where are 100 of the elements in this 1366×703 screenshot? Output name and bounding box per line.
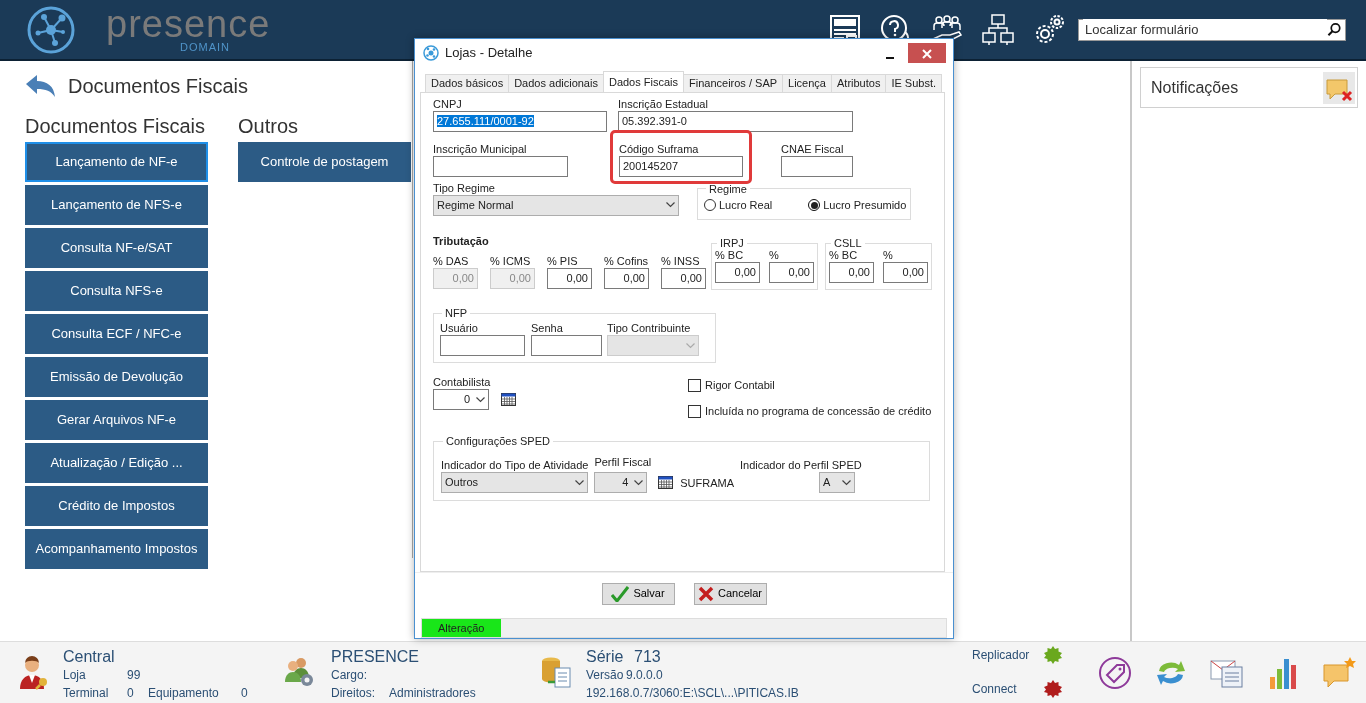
text-field[interactable]: 0,00 bbox=[661, 268, 706, 290]
field-label: Indicador do Tipo de Atividade bbox=[441, 458, 589, 473]
chevron-down-icon bbox=[666, 202, 675, 209]
field-label: CNPJ bbox=[433, 96, 463, 111]
text-field[interactable] bbox=[440, 335, 525, 357]
network-icon[interactable] bbox=[981, 12, 1015, 47]
dropdown[interactable]: 4 bbox=[594, 472, 648, 494]
field-label: % BC bbox=[715, 248, 745, 263]
field-label: % Cofins bbox=[604, 254, 649, 269]
radio-button[interactable]: Lucro Real bbox=[704, 196, 773, 214]
menu-button[interactable]: Lançamento de NFS-e bbox=[25, 185, 208, 225]
text-field[interactable]: 0,00 bbox=[547, 268, 592, 290]
calendar-icon[interactable] bbox=[658, 476, 674, 490]
field-label: CNAE Fiscal bbox=[781, 141, 845, 156]
group-label: CSLL bbox=[833, 237, 863, 250]
users-gear-icon bbox=[283, 656, 315, 688]
field-label: Usuário bbox=[440, 321, 479, 336]
text-field[interactable]: 0,00 bbox=[883, 262, 928, 284]
text-field[interactable]: 0,00 bbox=[604, 268, 649, 290]
tab[interactable]: Financeiros / SAP bbox=[683, 73, 784, 92]
field-label: Inscrição Municipal bbox=[433, 141, 528, 156]
field-label: Tipo Regime bbox=[433, 180, 496, 195]
dropdown[interactable]: A bbox=[819, 472, 855, 494]
tab[interactable]: Licença bbox=[782, 73, 832, 92]
field-label: % bbox=[769, 248, 780, 263]
user-name: PRESENCE bbox=[331, 648, 421, 666]
status-label: Terminal bbox=[63, 685, 110, 702]
status-value: 9.0.0.0 bbox=[626, 668, 663, 682]
field-label: % DAS bbox=[433, 254, 470, 269]
radio-button[interactable]: Lucro Presumido bbox=[808, 196, 907, 214]
tab[interactable]: IE Subst. bbox=[885, 73, 943, 92]
menu-button[interactable]: Acompanhamento Impostos bbox=[25, 529, 208, 569]
database-document-icon bbox=[540, 656, 572, 688]
back-arrow-icon[interactable] bbox=[24, 73, 56, 99]
panel-title: Notificações bbox=[1151, 77, 1239, 98]
chevron-down-icon bbox=[634, 479, 644, 486]
dropdown[interactable]: 0 bbox=[433, 389, 489, 411]
checkbox[interactable]: Rigor Contabil bbox=[688, 377, 932, 394]
status-label: Versão bbox=[586, 667, 625, 684]
menu-button[interactable]: Consulta NFS-e bbox=[25, 271, 208, 311]
tab[interactable]: Dados adicionais bbox=[508, 73, 604, 92]
service-name: Connect bbox=[972, 681, 1017, 698]
chevron-down-icon bbox=[575, 479, 584, 486]
text-field[interactable] bbox=[531, 335, 602, 357]
dialog-button[interactable]: Salvar bbox=[601, 582, 675, 605]
check-icon bbox=[611, 585, 630, 602]
cross-icon bbox=[698, 585, 714, 602]
chevron-down-icon bbox=[686, 342, 695, 349]
tab[interactable]: Dados básicos bbox=[425, 73, 510, 92]
group-heading: Documentos Fiscais bbox=[25, 114, 207, 138]
server-path: 192.168.0.7/3060:E:\SCL\...\PITICAS.IB bbox=[586, 685, 799, 702]
field-label: Inscrição Estadual bbox=[618, 96, 709, 111]
calendar-icon[interactable] bbox=[501, 393, 516, 407]
status-badge: Alteração bbox=[422, 619, 501, 637]
text-field[interactable]: 200145207 bbox=[619, 155, 743, 177]
status-value: 713 bbox=[634, 648, 661, 665]
search-icon[interactable] bbox=[1326, 22, 1341, 37]
menu-button[interactable]: Atualização / Edição ... bbox=[25, 443, 208, 483]
dropdown[interactable]: Outros bbox=[441, 472, 588, 494]
field-label: % BC bbox=[829, 248, 859, 263]
page-title: Documentos Fiscais bbox=[68, 74, 249, 99]
notification-icon[interactable] bbox=[1323, 71, 1355, 104]
tag-icon[interactable] bbox=[1097, 655, 1133, 691]
menu-button[interactable]: Emissão de Devolução bbox=[25, 357, 208, 397]
field-label: Perfil Fiscal bbox=[594, 455, 652, 470]
tab[interactable]: Atributos bbox=[831, 73, 887, 92]
search-field[interactable]: Localizar formulário bbox=[1078, 18, 1346, 41]
text-field[interactable]: 0,00 bbox=[715, 262, 760, 284]
menu-button[interactable]: Lançamento de NF-e bbox=[25, 142, 208, 182]
text-field[interactable] bbox=[781, 155, 853, 177]
checkbox[interactable]: Incluída no programa de concessão de crédito bbox=[688, 402, 932, 420]
field-label: % INSS bbox=[661, 254, 701, 269]
field-label: Senha bbox=[531, 321, 564, 336]
text-field[interactable]: 0,00 bbox=[829, 262, 874, 284]
dialog-button[interactable]: Cancelar bbox=[693, 582, 767, 605]
status-label: Cargo: bbox=[331, 668, 368, 682]
status-label: Loja bbox=[63, 667, 87, 684]
app-icon bbox=[423, 44, 439, 61]
field-label: Contabilista bbox=[433, 375, 492, 390]
chevron-down-icon bbox=[842, 479, 851, 486]
menu-button[interactable]: Controle de postagem bbox=[238, 142, 411, 182]
section-title: Tributação bbox=[433, 234, 490, 249]
status-label: Série bbox=[586, 648, 625, 666]
text-field[interactable]: 27.655.111/0001-92 bbox=[433, 110, 607, 132]
minimize-icon bbox=[886, 56, 894, 59]
status-value: Administradores bbox=[389, 686, 476, 700]
text-field[interactable]: 0,00 bbox=[769, 262, 814, 284]
logo-icon bbox=[26, 4, 76, 55]
close-button[interactable] bbox=[908, 42, 946, 63]
field-label: % bbox=[883, 248, 894, 263]
chevron-down-icon bbox=[476, 396, 485, 403]
text-field[interactable]: 05.392.391-0 bbox=[618, 110, 853, 132]
text-field[interactable] bbox=[433, 155, 568, 177]
menu-button[interactable]: Consulta NF-e/SAT bbox=[25, 228, 208, 268]
menu-button[interactable]: Consulta ECF / NFC-e bbox=[25, 314, 208, 354]
status-value: 0 bbox=[241, 686, 248, 700]
menu-button[interactable]: Crédito de Impostos bbox=[25, 486, 208, 526]
dropdown[interactable]: Regime Normal bbox=[433, 194, 679, 216]
status-label: Equipamento bbox=[148, 685, 220, 702]
menu-button[interactable]: Gerar Arquivos NF-e bbox=[25, 400, 208, 440]
